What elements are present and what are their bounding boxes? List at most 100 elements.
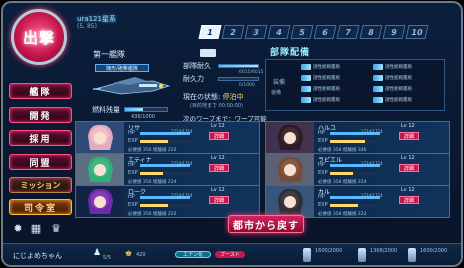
exp-label: EXP <box>318 202 328 208</box>
cannon-icon <box>373 75 383 81</box>
stat-value-durability: 0/1000 <box>239 83 255 88</box>
exp-bar <box>330 204 380 207</box>
stat-label-durability: 耐久力 <box>183 75 204 83</box>
deployment-title: 部隊配備 <box>270 48 311 58</box>
member-card[interactable]: ローク Lv 12 HP 1714/1714 EXP 詳細 必要値 356 経験値 222 <box>75 185 260 218</box>
hp-label: HP <box>128 130 135 136</box>
member-portrait <box>266 122 314 153</box>
member-exp-info: 必要値 356 経験値 222 <box>128 212 177 217</box>
stat-label-fleet-hp: 部隊耐久 <box>183 62 211 70</box>
status-value: 停泊中 <box>222 93 244 101</box>
equipment-slot[interactable]: 謎性能戦艦砲 <box>373 74 437 82</box>
cannon-icon <box>373 97 383 103</box>
nav-fleet-button[interactable]: 艦隊 <box>9 83 72 99</box>
hp-label: HP <box>128 162 135 168</box>
member-detail-button[interactable]: 詳細 <box>209 196 229 204</box>
exp-bar <box>140 172 190 175</box>
nav-hq-button[interactable]: 司令室 <box>9 199 72 215</box>
tab-fleet-2[interactable]: 2 <box>221 25 245 39</box>
equipment-slot[interactable]: 謎性能戦艦砲 <box>301 74 365 82</box>
member-card[interactable]: カル Lv 12 HP 1714/1714 EXP 詳細 必要値 356 経験値 222 <box>265 185 450 218</box>
hp-value: 1714/1714 <box>171 129 193 134</box>
nav-alliance-button[interactable]: 同盟 <box>9 154 72 170</box>
settings-icon[interactable]: ✹ <box>11 221 25 235</box>
tab-fleet-4[interactable]: 4 <box>267 25 291 39</box>
cannon-icon <box>373 64 383 70</box>
cannon-icon <box>301 97 311 103</box>
member-level: Lv 12 <box>401 123 415 129</box>
game-window: 出撃 ura121星系 (5, 85) 1 2 3 4 5 6 7 8 9 10… <box>1 1 463 267</box>
hp-label: HP <box>318 130 325 136</box>
cannon-icon <box>301 64 311 70</box>
nav-develop-button[interactable]: 開発 <box>9 107 72 123</box>
tab-fleet-5[interactable]: 5 <box>290 25 314 39</box>
exp-label: EXP <box>318 138 328 144</box>
member-detail-button[interactable]: 詳細 <box>209 164 229 172</box>
tab-fleet-3[interactable]: 3 <box>244 25 268 39</box>
hp-value: 1714/1714 <box>361 129 383 134</box>
member-level: Lv 12 <box>401 187 415 193</box>
tab-fleet-1[interactable]: 1 <box>198 25 222 39</box>
cannon-icon <box>301 86 311 92</box>
exp-label: EXP <box>128 202 138 208</box>
resource-3-icon <box>408 248 416 262</box>
equipment-slot[interactable]: 謎性能戦艦砲 <box>373 63 437 71</box>
member-level: Lv 12 <box>211 155 225 161</box>
exp-label: EXP <box>318 170 328 176</box>
member-detail-button[interactable]: 詳細 <box>209 132 229 140</box>
equipment-slot[interactable]: 謎性能戦艦砲 <box>373 96 437 104</box>
nav-recruit-button[interactable]: 採用 <box>9 130 72 146</box>
fuel-bar <box>124 107 168 112</box>
fleet-rename-button[interactable] <box>200 49 216 57</box>
equipment-slot[interactable]: 謎性能戦艦砲 <box>301 63 365 71</box>
equipment-slot[interactable]: 謎性能戦艦砲 <box>301 96 365 104</box>
tab-fleet-8[interactable]: 8 <box>359 25 383 39</box>
eden-badge[interactable]: エデン化 <box>175 251 211 258</box>
grid-icon[interactable]: ▦ <box>29 221 43 235</box>
member-detail-button[interactable]: 詳細 <box>399 196 419 204</box>
tab-fleet-10[interactable]: 10 <box>405 25 429 39</box>
tab-fleet-6[interactable]: 6 <box>313 25 337 39</box>
member-detail-button[interactable]: 詳細 <box>399 132 419 140</box>
exp-label: EXP <box>128 138 138 144</box>
return-from-city-button[interactable]: 都市から戻す <box>228 215 304 233</box>
member-card[interactable]: リサ Lv 12 HP 1714/1714 EXP 詳細 必要値 356 経験値 222 <box>75 121 260 154</box>
nav-mission-button[interactable]: ミッション <box>9 177 72 193</box>
exp-bar <box>140 140 190 143</box>
fuel-value: 436/1000 <box>131 114 155 120</box>
status-bar: にじよめちゃん ♟ 5/5 ♚ 420 エデン化 ブースト 1600/2000 … <box>3 243 461 265</box>
exp-label: EXP <box>128 170 138 176</box>
member-level: Lv 12 <box>401 155 415 161</box>
tab-fleet-9[interactable]: 9 <box>382 25 406 39</box>
hp-label: HP <box>318 194 325 200</box>
member-detail-button[interactable]: 詳細 <box>399 164 419 172</box>
member-card[interactable]: エティナ Lv 12 HP 1714/1714 EXP 詳細 必要値 356 経験値 224 <box>75 153 260 186</box>
member-card[interactable]: ハルユ Lv 12 HP 1714/1714 EXP 詳細 必要値 356 経験値 346 <box>265 121 450 154</box>
exp-bar <box>140 204 190 207</box>
crown-icon[interactable]: ♛ <box>49 221 63 235</box>
equipment-slot[interactable]: 謎性能戦艦砲 <box>373 85 437 93</box>
member-count: 5/5 <box>103 255 112 261</box>
fleet-name: 第一艦隊 <box>93 50 125 59</box>
exp-bar <box>330 140 380 143</box>
resource-1-icon <box>303 248 311 262</box>
equipment-slot[interactable]: 謎性能戦艦砲 <box>301 85 365 93</box>
member-level: Lv 12 <box>211 123 225 129</box>
member-level: Lv 12 <box>211 187 225 193</box>
flagship-image <box>93 77 171 95</box>
cannon-icon <box>373 86 383 92</box>
status-eta: (目的地まで 00:00:00) <box>190 103 243 109</box>
fleet-status: 現在の状態: 停泊中 <box>183 92 244 102</box>
stat-bar-fleet-hp <box>218 64 259 68</box>
boost-button[interactable]: ブースト <box>215 251 245 258</box>
hp-value: 1714/1714 <box>361 193 383 198</box>
username: にじよめちゃん <box>13 252 62 260</box>
exp-bar <box>330 172 380 175</box>
tab-fleet-7[interactable]: 7 <box>336 25 360 39</box>
member-card[interactable]: ラピエル Lv 12 HP 1714/1714 EXP 詳細 必要値 356 経験値 224 <box>265 153 450 186</box>
sortie-button[interactable]: 出撃 <box>11 9 67 65</box>
fleet-tabs: 1 2 3 4 5 6 7 8 9 10 <box>198 25 429 39</box>
fuel-label: 燃料残量 <box>92 106 120 114</box>
resource-1-value: 1600/2000 <box>315 248 343 254</box>
resource-3-value: 1600/2000 <box>420 248 448 254</box>
